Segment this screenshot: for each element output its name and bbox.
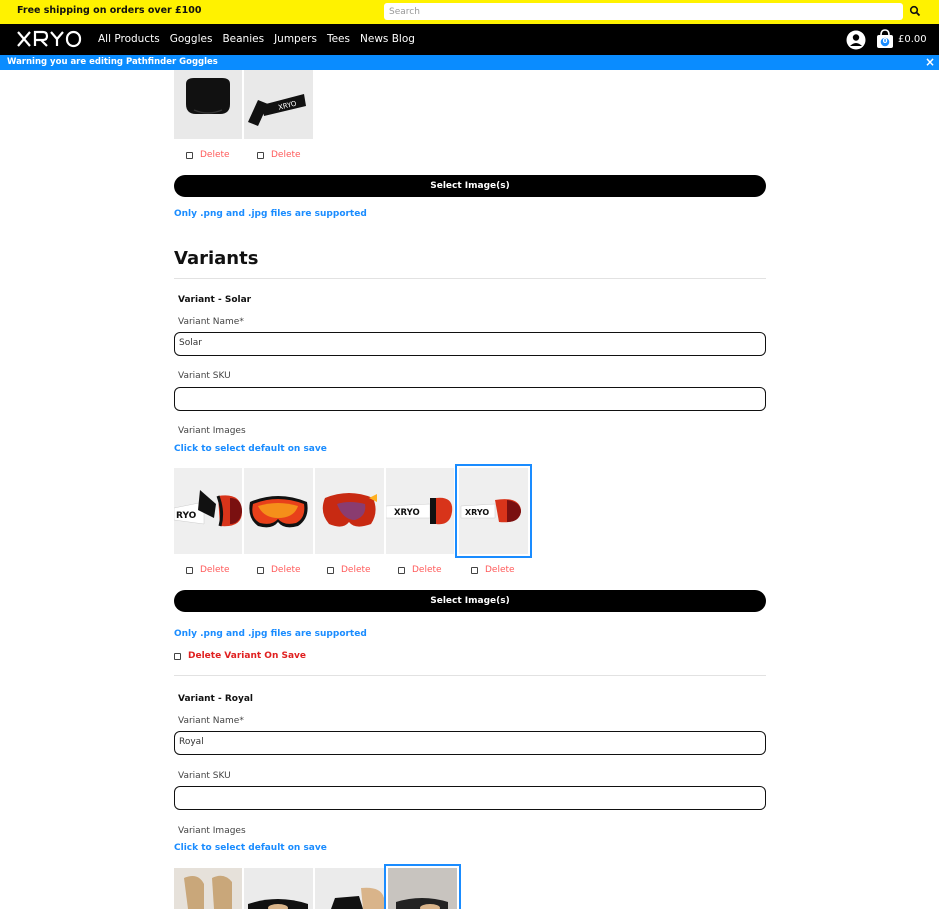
delete-checkbox[interactable]: [186, 151, 193, 159]
goggle-strap-image: XRYO: [244, 70, 313, 139]
delete-image-option[interactable]: Delete: [257, 150, 301, 160]
delete-variant-option[interactable]: Delete Variant On Save: [174, 651, 306, 661]
solar-goggle-front-image: [244, 468, 313, 554]
nav-links: All Products Goggles Beanies Jumpers Tee…: [98, 33, 425, 45]
variant-image-thumb[interactable]: [244, 468, 313, 554]
solar-goggle-angle-image: [315, 468, 384, 554]
royal-goggle-image: [174, 868, 242, 909]
solar-goggle-strap-image: XRYO: [386, 468, 454, 554]
file-type-note: Only .png and .jpg files are supported: [174, 629, 367, 639]
variant-name-input[interactable]: Royal: [174, 731, 766, 755]
nav-jumpers[interactable]: Jumpers: [274, 33, 317, 45]
delete-image-option[interactable]: Delete: [398, 565, 442, 575]
variant-sku-input[interactable]: [174, 786, 766, 810]
select-default-note: Click to select default on save: [174, 843, 327, 853]
select-images-button[interactable]: Select Image(s): [174, 590, 766, 612]
account-icon[interactable]: [846, 30, 866, 50]
divider: [174, 278, 766, 279]
promo-bar: Free shipping on orders over £100 Search: [0, 0, 939, 24]
delete-label: Delete: [271, 565, 301, 575]
nav-all-products[interactable]: All Products: [98, 33, 160, 45]
variant-image-thumb[interactable]: [244, 868, 313, 909]
variant-image-thumb[interactable]: XRYO: [386, 468, 454, 554]
delete-checkbox[interactable]: [257, 151, 264, 159]
variant-image-thumb-selected[interactable]: XRYO: [455, 464, 532, 558]
edit-warning-bar: Warning you are editing Pathfinder Goggl…: [0, 55, 939, 70]
divider: [174, 675, 766, 676]
svg-text:XRYO: XRYO: [465, 508, 489, 517]
delete-label: Delete: [200, 150, 230, 160]
variant-images-label: Variant Images: [178, 426, 246, 436]
close-icon[interactable]: ×: [925, 55, 935, 69]
solar-goggle-strap-alt-image: XRYO: [459, 468, 528, 554]
search-input[interactable]: Search: [384, 3, 903, 20]
nav-beanies[interactable]: Beanies: [222, 33, 264, 45]
variant-image-thumb-selected[interactable]: [384, 864, 461, 909]
variant-name-input[interactable]: Solar: [174, 332, 766, 356]
variant-image-thumb[interactable]: [315, 468, 384, 554]
variant-title: Variant - Solar: [178, 295, 252, 305]
variant-sku-input[interactable]: [174, 387, 766, 411]
delete-checkbox[interactable]: [398, 566, 405, 574]
edit-warning-text: Warning you are editing Pathfinder Goggl…: [7, 57, 218, 67]
delete-label: Delete: [485, 565, 515, 575]
delete-label: Delete: [412, 565, 442, 575]
main-nav: All Products Goggles Beanies Jumpers Tee…: [0, 24, 939, 55]
delete-image-option[interactable]: Delete: [186, 150, 230, 160]
nav-news-blog[interactable]: News Blog: [360, 33, 415, 45]
delete-checkbox[interactable]: [186, 566, 193, 574]
delete-checkbox[interactable]: [327, 566, 334, 574]
file-type-note: Only .png and .jpg files are supported: [174, 209, 367, 219]
variant-image-thumb[interactable]: [174, 868, 242, 909]
variant-images-label: Variant Images: [178, 826, 246, 836]
goggle-case-image: [174, 70, 242, 139]
variant-sku-label: Variant SKU: [178, 371, 231, 381]
select-default-note: Click to select default on save: [174, 444, 327, 454]
variant-name-label: Variant Name*: [178, 317, 244, 327]
delete-image-option[interactable]: Delete: [186, 565, 230, 575]
variant-title: Variant - Royal: [178, 694, 253, 704]
variant-sku-label: Variant SKU: [178, 771, 231, 781]
search-icon[interactable]: [909, 5, 921, 17]
variants-heading: Variants: [174, 248, 259, 269]
delete-variant-checkbox[interactable]: [174, 652, 181, 660]
variant-image-thumb[interactable]: [315, 868, 384, 909]
select-images-button[interactable]: Select Image(s): [174, 175, 766, 197]
solar-goggle-side-image: RYO: [174, 468, 242, 554]
svg-text:XRYO: XRYO: [394, 508, 420, 518]
delete-label: Delete: [200, 565, 230, 575]
delete-label: Delete: [271, 150, 301, 160]
variant-image-thumb[interactable]: RYO: [174, 468, 242, 554]
variant-name-label: Variant Name*: [178, 716, 244, 726]
basket-total[interactable]: £0.00: [898, 34, 927, 45]
svg-text:RYO: RYO: [176, 511, 197, 521]
nav-tees[interactable]: Tees: [327, 33, 350, 45]
nav-goggles[interactable]: Goggles: [170, 33, 213, 45]
delete-variant-label: Delete Variant On Save: [188, 651, 307, 661]
basket-count: 0: [882, 37, 888, 45]
product-image-thumb[interactable]: XRYO: [244, 70, 313, 139]
delete-image-option[interactable]: Delete: [257, 565, 301, 575]
free-shipping-text: Free shipping on orders over £100: [17, 5, 202, 16]
delete-image-option[interactable]: Delete: [471, 565, 515, 575]
xryo-logo[interactable]: [16, 27, 82, 51]
delete-checkbox[interactable]: [257, 566, 264, 574]
royal-goggle-image: [244, 868, 313, 909]
delete-checkbox[interactable]: [471, 566, 478, 574]
royal-goggle-image: [315, 868, 384, 909]
product-image-thumb[interactable]: [174, 70, 242, 139]
royal-goggle-image: [388, 868, 457, 909]
delete-image-option[interactable]: Delete: [327, 565, 371, 575]
delete-label: Delete: [341, 565, 371, 575]
